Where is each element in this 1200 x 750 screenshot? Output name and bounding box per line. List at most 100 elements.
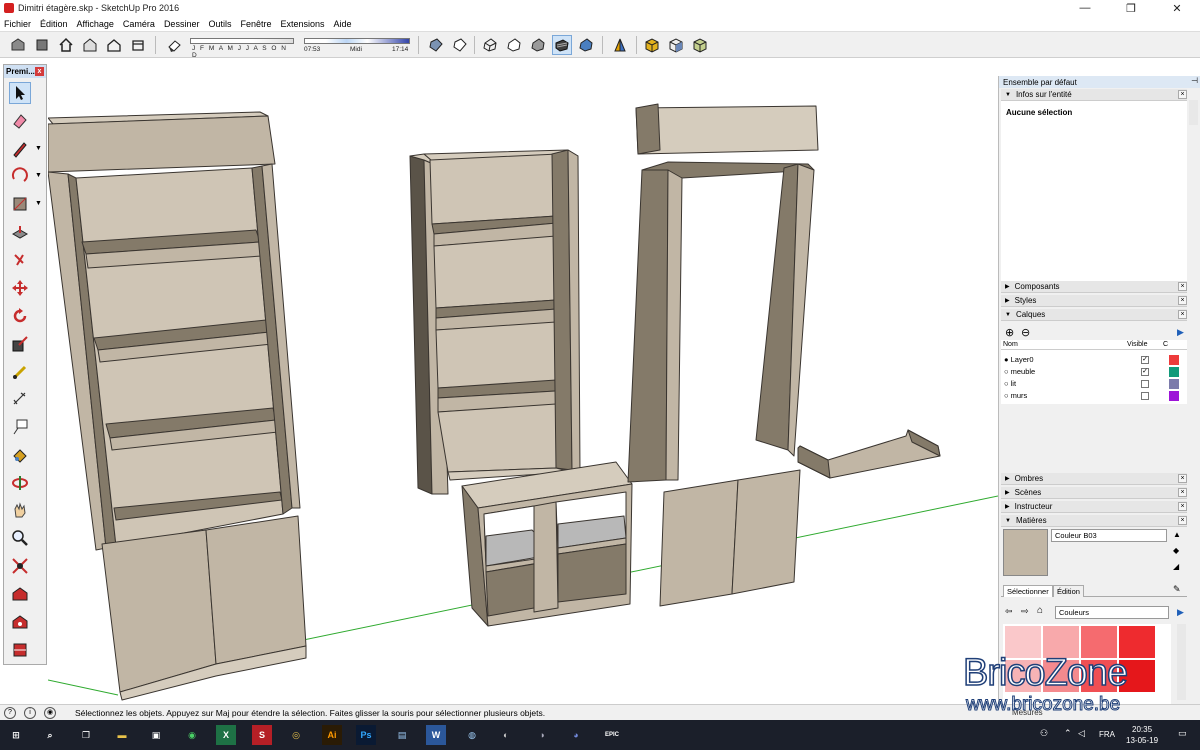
layer-row[interactable]: ○ meuble ✓ xyxy=(1001,366,1187,378)
layer-visible-checkbox[interactable]: ✓ xyxy=(1141,368,1149,376)
components-header[interactable]: ▶ Composants × xyxy=(1001,281,1187,293)
tool-dropdown-arrow[interactable]: ▼ xyxy=(35,145,42,152)
palette-close-button[interactable]: x xyxy=(35,67,44,76)
rectangle-tool-icon[interactable] xyxy=(9,193,31,215)
tool-dropdown-arrow[interactable]: ▼ xyxy=(35,172,42,179)
small-cube-shelf[interactable] xyxy=(461,461,633,627)
tray-pin-icon[interactable]: ⊣ xyxy=(1191,76,1198,85)
rotate-tool-icon[interactable] xyxy=(9,305,31,327)
layers-close[interactable]: × xyxy=(1178,310,1187,319)
menu-camera[interactable]: Caméra xyxy=(123,19,155,29)
3d-viewport[interactable] xyxy=(48,60,998,704)
tray-chevron-icon[interactable]: ⌃ xyxy=(1064,728,1072,739)
entity-info-header[interactable]: ▼ Infos sur l'entité × xyxy=(1001,89,1187,101)
app-globe-icon[interactable]: ◍ xyxy=(462,725,482,745)
tall-bookcase[interactable] xyxy=(48,111,307,701)
move-tool-icon[interactable] xyxy=(9,277,31,299)
menu-tools[interactable]: Outils xyxy=(208,19,231,29)
materials-close[interactable]: × xyxy=(1178,516,1187,525)
menu-draw[interactable]: Dessiner xyxy=(164,19,200,29)
word-icon[interactable]: W xyxy=(426,725,446,745)
menu-extensions[interactable]: Extensions xyxy=(281,19,325,29)
close-button[interactable]: ✕ xyxy=(1154,0,1200,16)
instructor-close[interactable]: × xyxy=(1178,502,1187,511)
remove-layer-icon[interactable]: ⊖ xyxy=(1021,326,1030,339)
sample-paint-icon[interactable]: ◢ xyxy=(1173,562,1179,571)
credits-icon[interactable]: i xyxy=(24,707,36,719)
search-icon[interactable]: ⌕ xyxy=(40,725,60,745)
eyedropper-icon[interactable]: ✎ xyxy=(1173,584,1181,595)
forward-arrow-icon[interactable]: ⇨ xyxy=(1021,606,1029,617)
notification-icon[interactable]: ▭ xyxy=(1178,728,1187,739)
layer-visible-checkbox[interactable] xyxy=(1141,380,1149,388)
wardrobe-frame[interactable] xyxy=(627,161,815,483)
layer-color-swatch[interactable] xyxy=(1169,367,1179,377)
style-hidden-line-icon[interactable] xyxy=(504,35,524,55)
style-wireframe-icon[interactable] xyxy=(480,35,500,55)
maximize-button[interactable]: ❐ xyxy=(1108,0,1154,16)
extension-store-icon[interactable] xyxy=(9,639,31,661)
material-swatch[interactable] xyxy=(1005,660,1041,692)
style-monochrome-icon[interactable] xyxy=(576,35,596,55)
house-share-icon[interactable] xyxy=(80,35,100,55)
entity-info-close[interactable]: × xyxy=(1178,90,1187,99)
app-green-icon[interactable]: ◉ xyxy=(182,725,202,745)
components-close[interactable]: × xyxy=(1178,282,1187,291)
pan-tool-icon[interactable] xyxy=(9,499,31,521)
epic-games-icon[interactable]: EPIC xyxy=(602,725,622,745)
layer-color-swatch[interactable] xyxy=(1169,355,1179,365)
tab-select[interactable]: Sélectionner xyxy=(1003,585,1053,597)
material-lock-icon[interactable]: ▲ xyxy=(1173,530,1181,539)
zoom-extents-tool-icon[interactable] xyxy=(9,555,31,577)
house-outline-icon[interactable] xyxy=(104,35,124,55)
palette-header[interactable]: Premi... x xyxy=(4,65,46,78)
excel-icon[interactable]: X xyxy=(216,725,236,745)
warehouse-tool-icon[interactable] xyxy=(9,583,31,605)
tab-edit[interactable]: Édition xyxy=(1053,585,1084,597)
top-view-icon[interactable] xyxy=(666,35,686,55)
home-icon[interactable] xyxy=(56,35,76,55)
material-swatch[interactable] xyxy=(1119,626,1155,658)
material-preview-swatch[interactable] xyxy=(1003,529,1048,576)
menu-edit[interactable]: Édition xyxy=(40,19,68,29)
styles-close[interactable]: × xyxy=(1178,296,1187,305)
layer-row[interactable]: ○ lit xyxy=(1001,378,1187,390)
push-pull-tool-icon[interactable] xyxy=(9,222,31,244)
layers-header[interactable]: ▼ Calques × xyxy=(1001,309,1187,321)
zoom-tool-icon[interactable] xyxy=(9,527,31,549)
input-language[interactable]: FRA xyxy=(1099,730,1115,739)
front-view-icon[interactable] xyxy=(690,35,710,55)
3d-warehouse-icon[interactable] xyxy=(8,35,28,55)
create-material-icon[interactable]: ◆ xyxy=(1173,546,1179,555)
app-blue-icon[interactable]: ▤ xyxy=(392,725,412,745)
chrome-icon[interactable]: ◎ xyxy=(286,725,306,745)
style-xray-icon[interactable] xyxy=(426,35,446,55)
material-swatch[interactable] xyxy=(1119,660,1155,692)
system-clock[interactable]: 20:35 13-05-19 xyxy=(1126,724,1158,746)
orbit-tool-icon[interactable] xyxy=(9,472,31,494)
sketchup-taskbar-icon[interactable]: S xyxy=(252,725,272,745)
shadow-time-slider[interactable]: 07:53 Midi 17:14 xyxy=(304,38,412,54)
back-arrow-icon[interactable]: ⇦ xyxy=(1005,606,1013,617)
layer-details-icon[interactable]: ▶ xyxy=(1177,327,1184,338)
layer-visible-checkbox[interactable]: ✓ xyxy=(1141,356,1149,364)
pencil-tool-icon[interactable] xyxy=(9,138,31,160)
scenes-close[interactable]: × xyxy=(1178,488,1187,497)
windows-start-icon[interactable]: ⊞ xyxy=(6,725,26,745)
layer-visible-checkbox[interactable] xyxy=(1141,392,1149,400)
iso-view-icon[interactable] xyxy=(642,35,662,55)
eraser-tool-icon[interactable] xyxy=(9,110,31,132)
menu-window[interactable]: Fenêtre xyxy=(240,19,271,29)
materials-scrollbar[interactable] xyxy=(1177,624,1186,700)
minimize-button[interactable]: — xyxy=(1062,0,1108,16)
add-layer-icon[interactable]: ⊕ xyxy=(1005,326,1014,339)
extension-warehouse-icon[interactable] xyxy=(32,35,52,55)
arc-tool-icon[interactable] xyxy=(9,165,31,187)
tape-measure-tool-icon[interactable] xyxy=(9,361,31,383)
app-gray-icon[interactable]: ◐ xyxy=(496,725,516,745)
photoshop-icon[interactable]: Ps xyxy=(356,725,376,745)
styles-header[interactable]: ▶ Styles × xyxy=(1001,295,1187,307)
shadow-month-slider[interactable]: J F M A M J J A S O N D xyxy=(190,38,296,59)
material-swatch[interactable] xyxy=(1081,660,1117,692)
tool-dropdown-arrow[interactable]: ▼ xyxy=(35,200,42,207)
